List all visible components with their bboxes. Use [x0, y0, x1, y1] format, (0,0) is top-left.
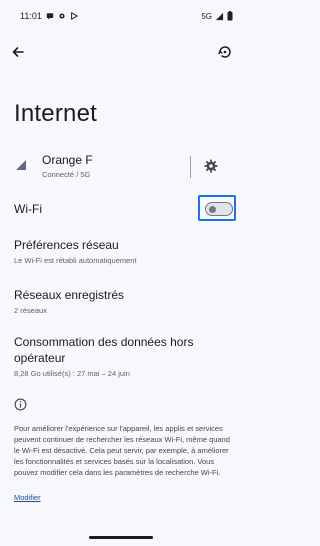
status-play-store-icon	[70, 12, 78, 20]
wifi-label: Wi-Fi	[14, 202, 42, 216]
carrier-divider	[190, 156, 191, 178]
data-usage-title-line1[interactable]: Consommation des données hors	[14, 335, 193, 349]
status-time: 11:01	[20, 11, 42, 21]
saved-networks-subtitle: 2 réseaux	[14, 306, 47, 315]
network-preferences-title[interactable]: Préférences réseau	[14, 238, 119, 252]
status-bar: 11:01 5G	[0, 0, 243, 34]
status-settings-icon	[59, 13, 65, 19]
status-notification-icon	[46, 13, 54, 20]
back-arrow-icon[interactable]	[10, 44, 26, 60]
home-gesture-bar[interactable]	[89, 536, 153, 539]
cell-signal-icon	[215, 12, 224, 20]
carrier-row[interactable]: Orange F Connecté / 5G	[0, 150, 243, 184]
status-left: 11:01	[20, 11, 78, 21]
carrier-name: Orange F	[42, 153, 93, 167]
saved-networks-title[interactable]: Réseaux enregistrés	[14, 288, 124, 302]
network-preferences-subtitle: Le Wi-Fi est rétabli automatiquement	[14, 256, 137, 265]
network-type: 5G	[201, 11, 212, 21]
help-icon[interactable]	[217, 44, 233, 60]
info-icon	[14, 398, 27, 411]
signal-icon	[16, 160, 26, 170]
modify-link[interactable]: Modifier	[14, 493, 41, 502]
page-title: Internet	[14, 100, 97, 127]
status-right: 5G	[201, 11, 233, 21]
carrier-settings-gear-icon[interactable]	[204, 159, 218, 173]
data-usage-subtitle: 8,28 Go utilisé(s) : 27 mai – 24 juin	[14, 369, 130, 378]
wifi-toggle-focus-frame	[198, 195, 236, 221]
carrier-status: Connecté / 5G	[42, 170, 91, 179]
wifi-scanning-info-text: Pour améliorer l'expérience sur l'appare…	[14, 424, 230, 477]
wifi-toggle[interactable]	[205, 202, 233, 216]
battery-icon	[227, 11, 233, 21]
data-usage-title-line2[interactable]: opérateur	[14, 351, 65, 365]
wifi-toggle-knob	[209, 205, 216, 213]
